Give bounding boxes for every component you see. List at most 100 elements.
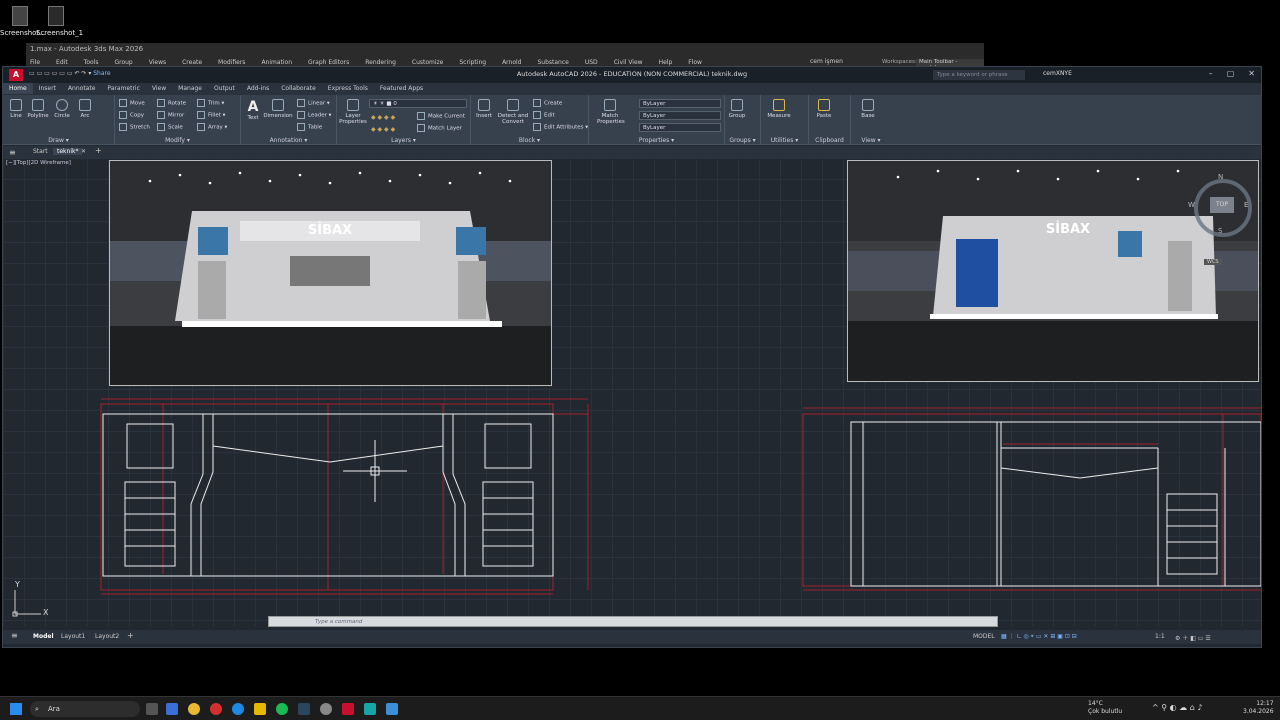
max-menu-item[interactable]: USD xyxy=(585,59,598,66)
compass-east[interactable]: E xyxy=(1244,201,1248,209)
copy-button[interactable]: Copy xyxy=(119,111,144,119)
ribbon-tab-home[interactable]: Home xyxy=(3,83,33,94)
max-menu-item[interactable]: Animation xyxy=(261,59,292,66)
draw-group-title[interactable]: Draw ▾ xyxy=(3,137,114,144)
layers-group-title[interactable]: Layers ▾ xyxy=(337,137,470,144)
edit-block-button[interactable]: Edit xyxy=(533,111,555,119)
match-layer-button[interactable]: Match Layer xyxy=(417,124,462,132)
max-user[interactable]: cem işmen xyxy=(810,58,843,65)
color-dropdown[interactable]: ByLayer xyxy=(639,99,721,108)
insert-button[interactable]: Insert xyxy=(473,99,495,119)
max-menu-item[interactable]: Create xyxy=(182,59,202,66)
max-menu-item[interactable]: Modifiers xyxy=(218,59,245,66)
max-menu-item[interactable]: Edit xyxy=(56,59,68,66)
linear-button[interactable]: Linear ▾ xyxy=(297,99,330,107)
ribbon-tab-featured-apps[interactable]: Featured Apps xyxy=(374,83,429,94)
layout1-tab[interactable]: Layout1 xyxy=(61,633,85,640)
rotate-button[interactable]: Rotate xyxy=(157,99,186,107)
steam-icon[interactable] xyxy=(298,703,310,715)
settings-icon[interactable] xyxy=(320,703,332,715)
max-menu-item[interactable]: Substance xyxy=(537,59,568,66)
weather-widget[interactable]: 14°C Çok bulutlu xyxy=(1088,700,1122,716)
taskbar-search[interactable]: ⌕ Ara xyxy=(30,701,140,717)
user-account[interactable]: cemXNYE xyxy=(1043,70,1072,77)
windows-start-icon[interactable] xyxy=(10,703,22,715)
make-current-button[interactable]: Make Current xyxy=(417,112,465,120)
viewcube-top-face[interactable]: TOP xyxy=(1210,197,1234,213)
annotation-group-title[interactable]: Annotation ▾ xyxy=(241,137,336,144)
max-menu-item[interactable]: Civil View xyxy=(614,59,643,66)
ribbon-tab-parametric[interactable]: Parametric xyxy=(101,83,146,94)
spotify-icon[interactable] xyxy=(276,703,288,715)
block-group-title[interactable]: Block ▾ xyxy=(471,137,588,144)
wcs-menu[interactable]: WCS xyxy=(1204,259,1222,265)
minimize-button[interactable]: – xyxy=(1209,69,1213,78)
line-button[interactable]: Line xyxy=(7,99,25,119)
fillet-button[interactable]: Fillet ▾ xyxy=(197,111,225,119)
layer-tools-icons[interactable]: ◆ ◆ ◆ ◆ ◆ ◆ ◆ ◆ xyxy=(371,112,395,136)
leader-button[interactable]: Leader ▾ xyxy=(297,111,331,119)
dimension-button[interactable]: Dimension xyxy=(263,99,293,119)
file-tab-teknik[interactable]: teknik* xyxy=(53,148,83,155)
move-button[interactable]: Move xyxy=(119,99,145,107)
scale-button[interactable]: Scale xyxy=(157,123,183,131)
command-line-input[interactable]: Type a command xyxy=(268,616,998,627)
edge-icon[interactable] xyxy=(232,703,244,715)
view-group-title[interactable]: View ▾ xyxy=(851,137,891,144)
edit-attributes-button[interactable]: Edit Attributes ▾ xyxy=(533,123,588,131)
drawing-viewport[interactable]: [−][Top][2D Wireframe] SİBAX SİBAX TOP N… xyxy=(3,158,1261,626)
table-button[interactable]: Table xyxy=(297,123,322,131)
compass-south[interactable]: S xyxy=(1218,227,1222,235)
polyline-button[interactable]: Polyline xyxy=(27,99,49,119)
linetype-dropdown[interactable]: ByLayer xyxy=(639,111,721,120)
ribbon-tab-output[interactable]: Output xyxy=(208,83,241,94)
paste-button[interactable]: Paste xyxy=(813,99,835,119)
measure-button[interactable]: Measure xyxy=(765,99,793,119)
new-layout-button[interactable]: + xyxy=(127,631,134,640)
base-view-button[interactable]: Base xyxy=(857,99,879,119)
task-view-icon[interactable] xyxy=(146,703,158,715)
stretch-button[interactable]: Stretch xyxy=(119,123,150,131)
trim-button[interactable]: Trim ▾ xyxy=(197,99,224,107)
max-menu-bar[interactable]: File Edit Tools Group Views Create Modifiers An… xyxy=(30,59,718,66)
arc-button[interactable]: Arc xyxy=(75,99,95,119)
menu-icon[interactable]: ≡ xyxy=(9,148,16,157)
annotation-scale[interactable]: 1:1 xyxy=(1155,633,1165,640)
drafting-toggles[interactable]: ▦ ⋮ ∟ ◎ ⌖ ▭ ✕ ⊞ ▣ ⊡ ⊟ xyxy=(1001,633,1077,641)
viewcube[interactable]: TOP N S E W xyxy=(1188,173,1252,237)
text-button[interactable]: A Text xyxy=(245,99,261,121)
status-tools[interactable]: ⚙ ＋ ◧ ▭ ☰ xyxy=(1175,633,1211,642)
model-tab[interactable]: Model xyxy=(33,633,54,640)
max-menu-item[interactable]: Rendering xyxy=(365,59,396,66)
create-block-button[interactable]: Create xyxy=(533,99,562,107)
modify-group-title[interactable]: Modify ▾ xyxy=(115,137,240,144)
chrome-icon[interactable] xyxy=(188,703,200,715)
start-tab[interactable]: Start xyxy=(33,148,48,155)
maximize-button[interactable]: ▢ xyxy=(1227,69,1235,78)
file-explorer-icon[interactable] xyxy=(254,703,266,715)
detect-convert-button[interactable]: Detect and Convert xyxy=(497,99,529,125)
max-menu-item[interactable]: Group xyxy=(114,59,132,66)
max-menu-item[interactable]: Help xyxy=(659,59,673,66)
groups-group-title[interactable]: Groups ▾ xyxy=(725,137,760,144)
max-menu-item[interactable]: Tools xyxy=(84,59,99,66)
ribbon-tab-annotate[interactable]: Annotate xyxy=(62,83,101,94)
group-button[interactable]: Group xyxy=(727,99,747,119)
layout2-tab[interactable]: Layout2 xyxy=(95,633,119,640)
viewport-controls[interactable]: [−][Top][2D Wireframe] xyxy=(6,160,71,166)
lineweight-dropdown[interactable]: ByLayer xyxy=(639,123,721,132)
desktop-file-icon[interactable]: Screenshot_1 xyxy=(36,4,83,37)
close-tab-icon[interactable]: ✕ xyxy=(81,148,86,155)
max-menu-item[interactable]: Arnold xyxy=(502,59,521,66)
mirror-button[interactable]: Mirror xyxy=(157,111,184,119)
opera-icon[interactable] xyxy=(210,703,222,715)
compass-west[interactable]: W xyxy=(1188,201,1195,209)
help-search-input[interactable]: Type a keyword or phrase xyxy=(933,70,1025,80)
ribbon-tab-insert[interactable]: Insert xyxy=(33,83,62,94)
new-tab-button[interactable]: + xyxy=(95,146,102,155)
ribbon-tab-express-tools[interactable]: Express Tools xyxy=(322,83,374,94)
properties-group-title[interactable]: Properties ▾ xyxy=(589,137,724,144)
clock[interactable]: 12:17 3.04.2026 xyxy=(1243,700,1274,716)
max-menu-item[interactable]: Customize xyxy=(412,59,444,66)
ribbon-tab-collaborate[interactable]: Collaborate xyxy=(275,83,322,94)
